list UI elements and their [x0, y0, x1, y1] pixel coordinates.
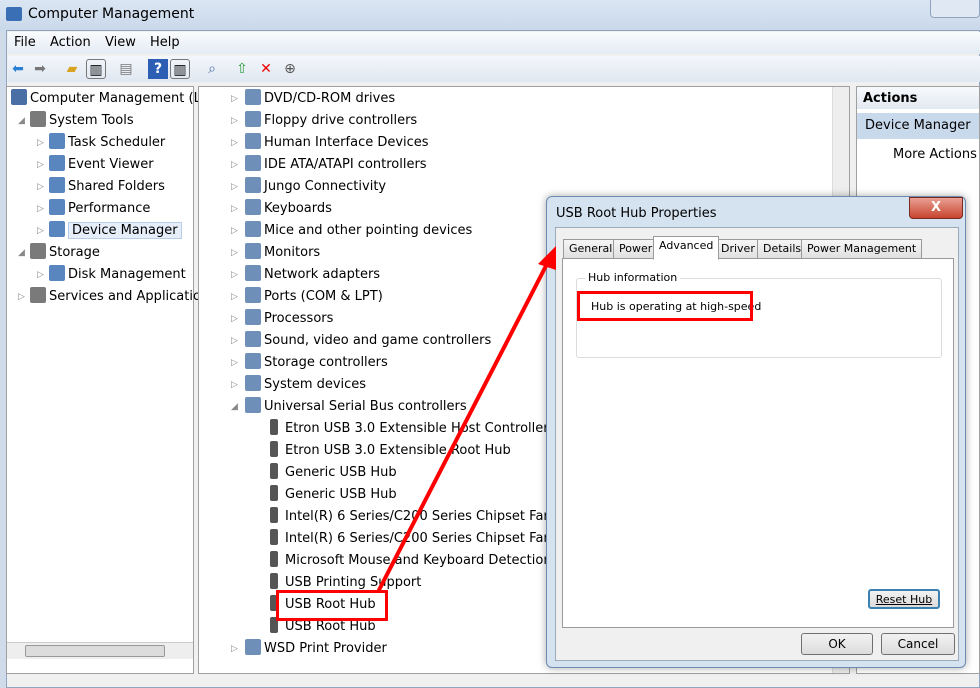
- tab-advanced[interactable]: Advanced: [653, 236, 720, 260]
- annotation-arrow: [376, 246, 556, 593]
